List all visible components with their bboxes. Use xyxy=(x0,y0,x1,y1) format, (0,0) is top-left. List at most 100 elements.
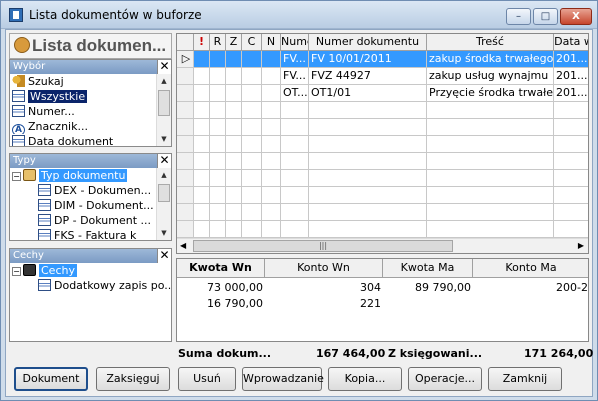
grid-header-numer-dokumentu[interactable]: Numer dokumentu xyxy=(309,34,427,51)
scroll-right-arrow[interactable]: ▶ xyxy=(578,241,584,250)
wybor-list: Szukaj Wszystkie Numer... A Znacznik... D… xyxy=(10,74,171,146)
document-list-icon xyxy=(12,135,25,146)
empty-cell xyxy=(242,136,262,153)
cechy-root-item[interactable]: − Cechy xyxy=(10,263,171,278)
cell-nume: FV... xyxy=(281,68,309,85)
scroll-up-arrow[interactable]: ▲ xyxy=(157,74,171,88)
grid-header-nume[interactable]: Nume xyxy=(281,34,309,51)
close-section-wybor-button[interactable]: ✕ xyxy=(157,60,171,74)
scroll-up-arrow[interactable]: ▲ xyxy=(157,168,171,182)
summary-value-documents: 167 464,00 xyxy=(316,347,386,360)
close-section-typy-button[interactable]: ✕ xyxy=(157,154,171,168)
wybor-item-szukaj[interactable]: Szukaj xyxy=(10,74,171,89)
empty-cell xyxy=(194,136,210,153)
document-list-icon xyxy=(12,105,25,117)
grid-header-exclamation[interactable]: ! xyxy=(194,34,210,51)
grid-header-tresc[interactable]: Treść xyxy=(427,34,554,51)
empty-table-row xyxy=(177,136,588,153)
accounts-header-kwota-ma[interactable]: Kwota Ma xyxy=(383,259,473,278)
grid-header-n[interactable]: N xyxy=(262,34,281,51)
table-row[interactable]: OT... OT1/01 Przyęcie środka trwałe... 2… xyxy=(177,85,588,102)
account-kwota-wn: 16 790,00 xyxy=(207,297,263,310)
empty-table-row xyxy=(177,102,588,119)
empty-cell xyxy=(177,187,194,204)
scroll-down-arrow[interactable]: ▼ xyxy=(157,132,171,146)
zamknij-button[interactable]: Zamknij xyxy=(488,367,562,391)
empty-cell xyxy=(210,204,226,221)
cell-tresc: zakup usług wynajmu xyxy=(427,68,554,85)
collapse-icon[interactable]: − xyxy=(12,172,21,181)
grid-horizontal-scrollbar[interactable]: ◀ ||| ▶ xyxy=(177,238,588,253)
accounts-header-konto-wn[interactable]: Konto Wn xyxy=(265,259,383,278)
scroll-down-arrow[interactable]: ▼ xyxy=(157,226,171,240)
wybor-item-data[interactable]: Data dokument xyxy=(10,134,171,146)
empty-table-row xyxy=(177,204,588,221)
scroll-left-arrow[interactable]: ◀ xyxy=(180,241,186,250)
dokument-button[interactable]: Dokument xyxy=(14,367,88,391)
collapse-icon[interactable]: − xyxy=(12,267,21,276)
close-section-cechy-button[interactable]: ✕ xyxy=(157,249,171,263)
row-indicator: ▷ xyxy=(177,51,194,68)
grid-header-data[interactable]: Data w xyxy=(554,34,588,51)
wybor-item-znacznik[interactable]: A Znacznik... xyxy=(10,119,171,134)
empty-cell xyxy=(226,102,242,119)
empty-cell xyxy=(281,221,309,238)
cell-flag xyxy=(194,85,210,102)
kopia-button[interactable]: Kopia... xyxy=(328,367,402,391)
empty-cell xyxy=(554,187,588,204)
wprowadzanie-button[interactable]: Wprowadzanie xyxy=(242,367,324,391)
minimize-button[interactable]: – xyxy=(506,8,531,25)
close-button[interactable]: X xyxy=(560,8,592,25)
cell-flag xyxy=(194,51,210,68)
table-row[interactable]: ▷ FV... FV 10/01/2011 zakup środka trwał… xyxy=(177,51,588,68)
wybor-item-numer[interactable]: Numer... xyxy=(10,104,171,119)
title-bar[interactable]: Lista dokumentów w buforze – □ X xyxy=(1,1,597,29)
scroll-thumb[interactable]: ||| xyxy=(193,240,453,252)
empty-cell xyxy=(194,119,210,136)
empty-table-row xyxy=(177,119,588,136)
typy-item-dim[interactable]: DIM - Dokument... xyxy=(10,198,171,213)
wybor-scrollbar[interactable]: ▲ ▼ xyxy=(156,74,171,146)
grid-header-z[interactable]: Z xyxy=(226,34,242,51)
wybor-item-wszystkie[interactable]: Wszystkie xyxy=(10,89,171,104)
operacje-button[interactable]: Operacje... xyxy=(408,367,482,391)
grid-header-r[interactable]: R xyxy=(210,34,226,51)
summary-row: Suma dokum... 167 464,00 Z księgowani...… xyxy=(176,345,593,363)
empty-cell xyxy=(554,170,588,187)
typy-root-item[interactable]: − Typ dokumentu xyxy=(10,168,171,183)
empty-cell xyxy=(262,170,281,187)
typy-item-dex[interactable]: DEX - Dokumen... xyxy=(10,183,171,198)
usun-button[interactable]: Usuń xyxy=(178,367,236,391)
empty-cell xyxy=(427,153,554,170)
cell-tresc: Przyęcie środka trwałe... xyxy=(427,85,554,102)
empty-table-row xyxy=(177,153,588,170)
zaksieguj-button[interactable]: Zaksięguj xyxy=(96,367,170,391)
empty-cell xyxy=(242,187,262,204)
empty-cell xyxy=(309,119,427,136)
empty-cell xyxy=(309,153,427,170)
scroll-thumb[interactable] xyxy=(158,184,170,202)
empty-cell xyxy=(309,102,427,119)
typy-tree: − Typ dokumentu DEX - Dokumen... DIM - Do… xyxy=(10,168,171,240)
accounts-header-konto-ma[interactable]: Konto Ma xyxy=(473,259,588,278)
empty-cell xyxy=(281,102,309,119)
empty-cell xyxy=(309,221,427,238)
typy-item-fks[interactable]: FKS - Faktura k xyxy=(10,228,171,240)
maximize-button[interactable]: □ xyxy=(533,8,558,25)
grid-header-c[interactable]: C xyxy=(242,34,262,51)
accounts-header-kwota-wn[interactable]: Kwota Wn xyxy=(177,259,265,278)
typy-item-dp[interactable]: DP - Dokument ... xyxy=(10,213,171,228)
document-list-icon xyxy=(38,279,51,291)
typy-scrollbar[interactable]: ▲ ▼ xyxy=(156,168,171,240)
letter-a-icon: A xyxy=(12,124,25,134)
section-typy-title: Typy ✕ xyxy=(10,154,171,168)
empty-cell xyxy=(309,170,427,187)
account-konto-wn: 221 xyxy=(360,297,381,310)
cechy-item-dodatkowy[interactable]: Dodatkowy zapis po... xyxy=(10,278,171,293)
scroll-thumb[interactable] xyxy=(158,90,170,116)
cell-data: 201... xyxy=(554,51,588,68)
empty-cell xyxy=(194,170,210,187)
empty-cell xyxy=(427,221,554,238)
table-row[interactable]: FV... FVZ 44927 zakup usług wynajmu 201.… xyxy=(177,68,588,85)
empty-cell xyxy=(281,204,309,221)
